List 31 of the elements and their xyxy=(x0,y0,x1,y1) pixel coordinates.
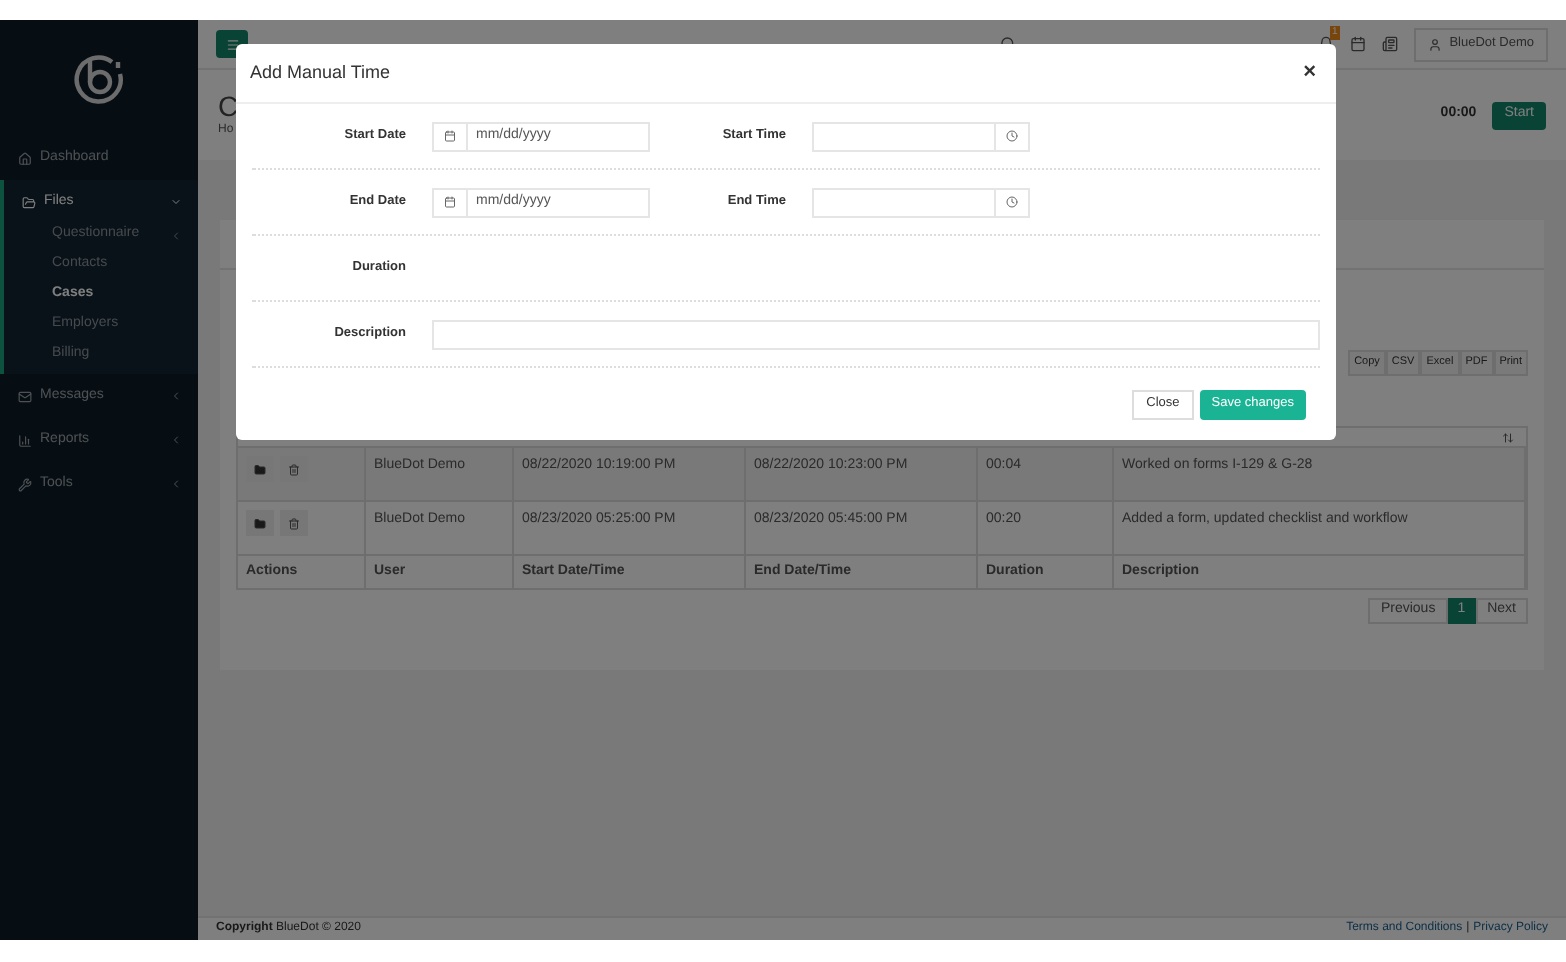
calendar-icon xyxy=(444,130,456,142)
clock-icon xyxy=(1006,130,1018,142)
folder-icon xyxy=(22,195,36,209)
folder-icon xyxy=(254,517,266,529)
calendar-icon[interactable] xyxy=(1349,36,1366,52)
calendar-icon xyxy=(444,196,456,208)
page-title: C xyxy=(218,90,239,122)
sort-icon xyxy=(1502,431,1514,443)
folder-icon xyxy=(254,463,266,475)
trash-icon xyxy=(288,463,300,475)
time-field[interactable] xyxy=(812,187,1030,217)
chevron-left-icon xyxy=(170,478,182,490)
chevron-down-icon xyxy=(170,196,182,208)
mail-icon xyxy=(18,389,32,403)
wrench-icon xyxy=(18,477,32,491)
news-icon[interactable] xyxy=(1381,36,1398,52)
time-field[interactable] xyxy=(812,121,1030,151)
trash-icon xyxy=(288,517,300,529)
open-button[interactable] xyxy=(246,510,274,536)
description-field[interactable] xyxy=(432,319,1320,349)
clock-icon xyxy=(1006,196,1018,208)
bar-chart-icon xyxy=(18,433,32,447)
modal-title: Add Manual Time xyxy=(250,59,393,86)
close-button[interactable]: × xyxy=(1297,56,1322,90)
chevron-left-icon xyxy=(170,434,182,446)
delete-button[interactable] xyxy=(280,510,308,536)
chevron-left-icon xyxy=(170,229,182,241)
chevron-left-icon xyxy=(170,390,182,402)
logo-icon xyxy=(73,54,125,106)
user-icon xyxy=(1427,37,1442,51)
home-icon xyxy=(18,151,32,165)
